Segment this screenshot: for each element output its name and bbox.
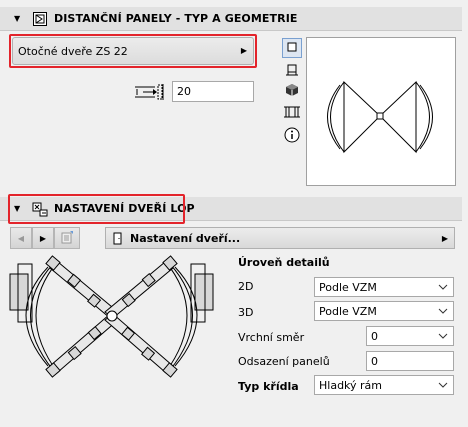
section-view-button[interactable]	[282, 103, 302, 123]
floor-plan-icon	[285, 63, 299, 80]
door-icon	[113, 232, 122, 245]
collapse-triangle-icon[interactable]: ▼	[14, 14, 24, 23]
detail-2d-value: Podle VZM	[319, 280, 377, 294]
wing-type-value: Hladký rám	[319, 378, 383, 392]
panel-offset-label: Odsazení panelů	[238, 355, 330, 368]
info-icon	[284, 127, 300, 146]
chevron-down-icon	[438, 329, 448, 346]
wing-type-select[interactable]: Hladký rám	[314, 375, 454, 395]
plan-view-button[interactable]	[282, 38, 302, 58]
plan-view-icon	[287, 42, 297, 55]
top-direction-value: 0	[371, 329, 378, 343]
section-title: DISTANČNÍ PANELY - TYP A GEOMETRIE	[54, 12, 298, 25]
highlight-frame-door-type	[9, 34, 257, 68]
highlight-frame-door-settings	[8, 194, 185, 224]
prev-arrow-icon: ◀	[17, 233, 25, 243]
top-direction-select[interactable]: 0	[366, 326, 454, 346]
detail-level-label: Úroveň detailů	[238, 256, 330, 269]
offset-input[interactable]: 20	[172, 81, 254, 102]
chevron-down-icon	[438, 280, 448, 297]
top-direction-label: Vrchní směr	[238, 331, 305, 344]
3d-view-button[interactable]	[282, 81, 302, 101]
door-preview	[306, 37, 456, 186]
detail-2d-select[interactable]: Podle VZM	[314, 277, 454, 297]
section-header-panel-geometry[interactable]: ▼ DISTANČNÍ PANELY - TYP A GEOMETRIE	[0, 7, 462, 31]
page-list-button[interactable]	[54, 227, 80, 249]
dropdown-arrow-icon: ▶	[441, 234, 448, 243]
next-page-button[interactable]: ▶	[32, 227, 54, 249]
floor-plan-button[interactable]	[282, 61, 302, 81]
3d-view-icon	[285, 83, 299, 100]
next-arrow-icon: ▶	[39, 233, 47, 243]
info-button[interactable]	[282, 126, 302, 146]
settings-page-label: Nastavení dveří...	[130, 231, 241, 245]
detail-3d-label: 3D	[238, 306, 254, 319]
panel-offset-input[interactable]: 0	[366, 351, 454, 371]
section-view-icon	[284, 105, 300, 122]
door-settings-toolbar: ◀ ▶ Nastavení dveří... ▶	[10, 227, 455, 249]
chevron-down-icon	[438, 304, 448, 321]
settings-page-dropdown[interactable]: Nastavení dveří... ▶	[105, 227, 455, 249]
chevron-down-icon	[438, 378, 448, 395]
bowtie-door-symbol	[327, 80, 433, 154]
detail-3d-value: Podle VZM	[319, 304, 377, 318]
wing-type-label: Typ křídla	[238, 380, 299, 393]
detail-3d-select[interactable]: Podle VZM	[314, 301, 454, 321]
panel-settings-icon	[32, 11, 48, 27]
prev-page-button[interactable]: ◀	[10, 227, 32, 249]
door-symbol-preview	[8, 252, 233, 387]
page-icon	[60, 230, 74, 246]
dimension-offset-icon	[133, 83, 167, 101]
detail-2d-label: 2D	[238, 280, 254, 293]
